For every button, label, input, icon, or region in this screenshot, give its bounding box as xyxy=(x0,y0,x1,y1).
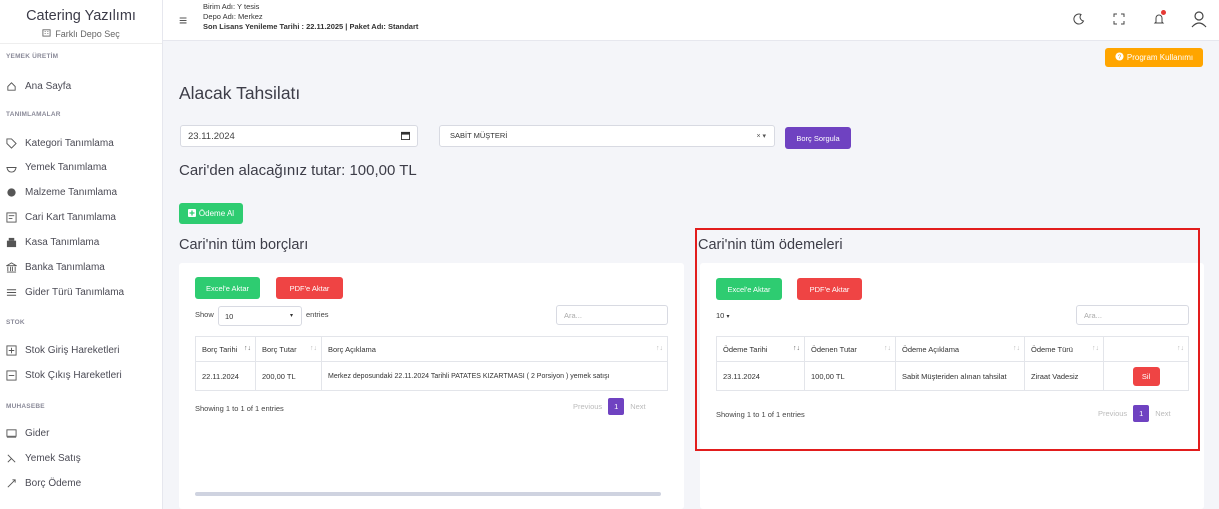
app-title: Catering Yazılımı xyxy=(26,8,136,24)
sidebar: Catering Yazılımı Farklı Depo Seç YEMEK … xyxy=(0,0,163,509)
debts-pagination: Previous 1 Next xyxy=(573,398,646,415)
depot-name: Depo Adı: Merkez xyxy=(203,12,263,21)
debt-query-button[interactable]: Borç Sorgula xyxy=(785,127,851,149)
sidebar-item-borc-odeme[interactable]: Borç Ödeme xyxy=(6,478,81,489)
bank-icon xyxy=(6,262,17,273)
table-row: 22.11.2024 200,00 TL Merkez deposundaki … xyxy=(195,361,668,391)
debts-page-size-select[interactable]: 10 ▾ xyxy=(218,306,302,326)
col-odeme-tarihi[interactable]: Ödeme Tarihi ↑↓ xyxy=(716,336,805,362)
change-depot-link[interactable]: Farklı Depo Seç xyxy=(0,28,162,39)
col-borc-aciklama[interactable]: Borç Açıklama ↑↓ xyxy=(321,336,668,362)
receive-payment-button[interactable]: Ödeme Al xyxy=(179,203,243,224)
prev-button[interactable]: Previous xyxy=(1098,409,1127,418)
sidebar-item-kasa[interactable]: Kasa Tanımlama xyxy=(6,237,99,248)
sidebar-item-cari-kart[interactable]: Cari Kart Tanımlama xyxy=(6,212,116,223)
payments-excel-button[interactable]: Excel'e Aktar xyxy=(716,278,782,300)
payments-table: Ödeme Tarihi ↑↓ Ödenen Tutar ↑↓ Ödeme Açık… xyxy=(716,336,1189,391)
clear-chevron-icon[interactable]: × ▾ xyxy=(756,132,766,140)
sidebar-item-yemek[interactable]: Yemek Tanımlama xyxy=(6,162,107,173)
stock-out-icon xyxy=(6,370,17,381)
col-odeme-aciklama[interactable]: Ödeme Açıklama ↑↓ xyxy=(895,336,1025,362)
chevron-down-icon: ▾ xyxy=(289,313,293,319)
expense-icon xyxy=(6,428,17,439)
payments-pagination: Previous 1 Next xyxy=(1098,405,1171,422)
moon-icon[interactable] xyxy=(1069,9,1089,29)
bell-icon[interactable] xyxy=(1149,9,1169,29)
payments-page-size-select[interactable]: 10 ▾ xyxy=(716,306,744,326)
table-header-row: Ödeme Tarihi ↑↓ Ödenen Tutar ↑↓ Ödeme Açık… xyxy=(716,336,1189,362)
user-icon[interactable] xyxy=(1189,9,1209,29)
payments-pdf-button[interactable]: PDF'e Aktar xyxy=(797,278,862,300)
next-button[interactable]: Next xyxy=(630,402,645,411)
header-info: Birim Adı: Y tesis Depo Adı: Merkez Son … xyxy=(203,2,418,32)
menu-icon[interactable]: ≡ xyxy=(179,12,187,28)
section-label-muhasebe: MUHASEBE xyxy=(6,403,45,410)
stock-in-icon xyxy=(6,345,17,356)
calendar-icon[interactable] xyxy=(401,131,410,142)
sidebar-item-stok-giris[interactable]: Stok Giriş Hareketleri xyxy=(6,345,119,356)
sidebar-item-malzeme[interactable]: Malzeme Tanımlama xyxy=(6,187,117,198)
program-usage-button[interactable]: ? Program Kullanımı xyxy=(1105,48,1203,67)
sidebar-item-ana-sayfa[interactable]: Ana Sayfa xyxy=(6,81,71,92)
debts-title: Cari'nin tüm borçları xyxy=(179,237,309,253)
page-1-button[interactable]: 1 xyxy=(608,398,625,415)
svg-text:?: ? xyxy=(1118,54,1122,61)
next-button[interactable]: Next xyxy=(1155,409,1170,418)
page-1-button[interactable]: 1 xyxy=(1133,405,1150,422)
fullscreen-icon[interactable] xyxy=(1109,9,1129,29)
section-label-tanimlamalar: TANIMLAMALAR xyxy=(6,111,61,118)
chevron-down-icon: ▾ xyxy=(726,314,730,320)
debts-table: Borç Tarihi ↑↓ Borç Tutar ↑↓ Borç Açıklama… xyxy=(195,336,668,391)
help-icon: ? xyxy=(1115,52,1124,63)
sidebar-item-yemek-satis[interactable]: Yemek Satış xyxy=(6,453,81,464)
sale-icon xyxy=(6,453,17,464)
plus-icon xyxy=(187,208,196,219)
license-info: Son Lisans Yenileme Tarihi : 22.11.2025 … xyxy=(203,22,419,31)
card-icon xyxy=(6,212,17,223)
debts-pdf-button[interactable]: PDF'e Aktar xyxy=(276,277,343,299)
ingredient-icon xyxy=(6,187,17,198)
col-borc-tutar[interactable]: Borç Tutar ↑↓ xyxy=(255,336,322,362)
sidebar-item-gider[interactable]: Gider xyxy=(6,428,49,439)
section-label-yemek-uretim: YEMEK ÜRETİM xyxy=(6,53,59,60)
top-header: ≡ Birim Adı: Y tesis Depo Adı: Merkez So… xyxy=(163,0,1219,41)
entries-label: entries xyxy=(306,310,329,319)
table-row: 23.11.2024 100,00 TL Sabit Müşteriden al… xyxy=(716,361,1189,391)
receivable-amount: Cari'den alacağınız tutar: 100,00 TL xyxy=(179,162,417,179)
sidebar-item-banka[interactable]: Banka Tanımlama xyxy=(6,262,105,273)
prev-button[interactable]: Previous xyxy=(573,402,602,411)
tag-icon xyxy=(6,138,17,149)
col-borc-tarihi[interactable]: Borç Tarihi ↑↓ xyxy=(195,336,256,362)
section-label-stok: STOK xyxy=(6,319,25,326)
bowl-icon xyxy=(6,162,17,173)
brand: Catering Yazılımı Farklı Depo Seç xyxy=(0,0,162,44)
sidebar-item-stok-cikis[interactable]: Stok Çıkış Hareketleri xyxy=(6,370,122,381)
debts-search-input[interactable]: Ara... xyxy=(556,305,668,325)
table-header-row: Borç Tarihi ↑↓ Borç Tutar ↑↓ Borç Açıklama… xyxy=(195,336,668,362)
debts-table-info: Showing 1 to 1 of 1 entries xyxy=(195,404,284,413)
col-odeme-turu[interactable]: Ödeme Türü ↑↓ xyxy=(1024,336,1104,362)
date-input[interactable]: 23.11.2024 xyxy=(180,125,418,147)
list-icon xyxy=(6,287,17,298)
unit-name: Birim Adı: Y tesis xyxy=(203,2,260,11)
col-odenen-tutar[interactable]: Ödenen Tutar ↑↓ xyxy=(804,336,896,362)
sidebar-item-gider-turu[interactable]: Gider Türü Tanımlama xyxy=(6,287,124,298)
sidebar-item-kategori[interactable]: Kategori Tanımlama xyxy=(6,138,114,149)
payments-table-info: Showing 1 to 1 of 1 entries xyxy=(716,410,805,419)
payments-title: Cari'nin tüm ödemeleri xyxy=(698,237,843,253)
col-actions[interactable]: ↑↓ xyxy=(1103,336,1189,362)
debts-excel-button[interactable]: Excel'e Aktar xyxy=(195,277,260,299)
home-icon xyxy=(6,81,17,92)
register-icon xyxy=(6,237,17,248)
customer-select[interactable]: SABİT MÜŞTERİ × ▾ xyxy=(439,125,775,147)
building-icon xyxy=(42,28,51,39)
show-label: Show xyxy=(195,310,214,319)
horizontal-scrollbar[interactable] xyxy=(195,492,661,496)
payments-search-input[interactable]: Ara... xyxy=(1076,305,1189,325)
page-title: Alacak Tahsilatı xyxy=(179,83,301,103)
notification-dot xyxy=(1161,10,1166,15)
delete-button[interactable]: Sil xyxy=(1132,366,1160,386)
payment-icon xyxy=(6,478,17,489)
